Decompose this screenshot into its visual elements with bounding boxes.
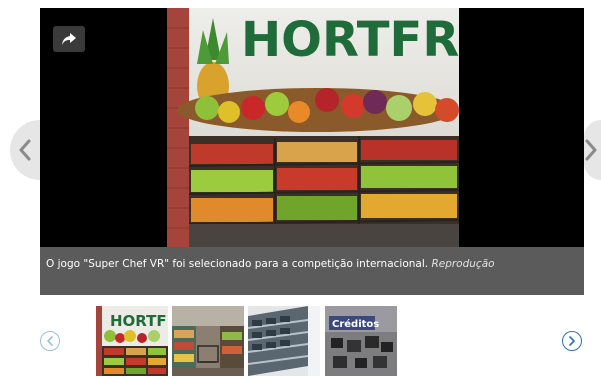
store-sign-text: HORTFR (241, 12, 459, 68)
thumbnail-1[interactable]: HORTFI (96, 306, 168, 376)
chevron-left-icon (19, 139, 31, 161)
gallery-next-button[interactable] (584, 120, 601, 180)
chevron-right-circle-icon (569, 336, 575, 346)
caption-text: O jogo "Super Chef VR" foi selecionado p… (46, 258, 429, 270)
chevron-left-circle-icon (47, 336, 53, 346)
thumbnail-4-sign: Créditos (332, 318, 379, 330)
caption-bar: O jogo "Super Chef VR" foi selecionado p… (40, 247, 584, 295)
caption-credit: Reprodução (431, 258, 495, 270)
thumbnails-prev-button[interactable] (40, 331, 60, 351)
thumbnail-2[interactable] (172, 306, 244, 376)
gallery-prev-button[interactable] (10, 120, 40, 180)
thumbnail-2-image (172, 306, 244, 376)
thumbnail-3[interactable] (248, 306, 320, 376)
share-arrow-icon (62, 33, 76, 45)
gallery-main-frame: HORTFR O jogo "Super Chef VR" foi seleci… (40, 8, 584, 295)
photo-caption: O jogo "Super Chef VR" foi selecionado p… (46, 258, 495, 270)
thumbnails-next-button[interactable] (562, 331, 582, 351)
share-button[interactable] (53, 26, 85, 52)
thumbnail-4[interactable]: Créditos (325, 306, 397, 376)
supermarket-produce-illustration: HORTFR (167, 8, 459, 247)
thumbnail-3-image (248, 306, 320, 376)
gallery-main-photo: HORTFR (167, 8, 459, 247)
thumbnail-1-sign: HORTFI (110, 312, 168, 330)
thumbnail-1-image: HORTFI (96, 306, 168, 376)
thumbnail-4-image: Créditos (325, 306, 397, 376)
chevron-right-icon (585, 139, 597, 161)
